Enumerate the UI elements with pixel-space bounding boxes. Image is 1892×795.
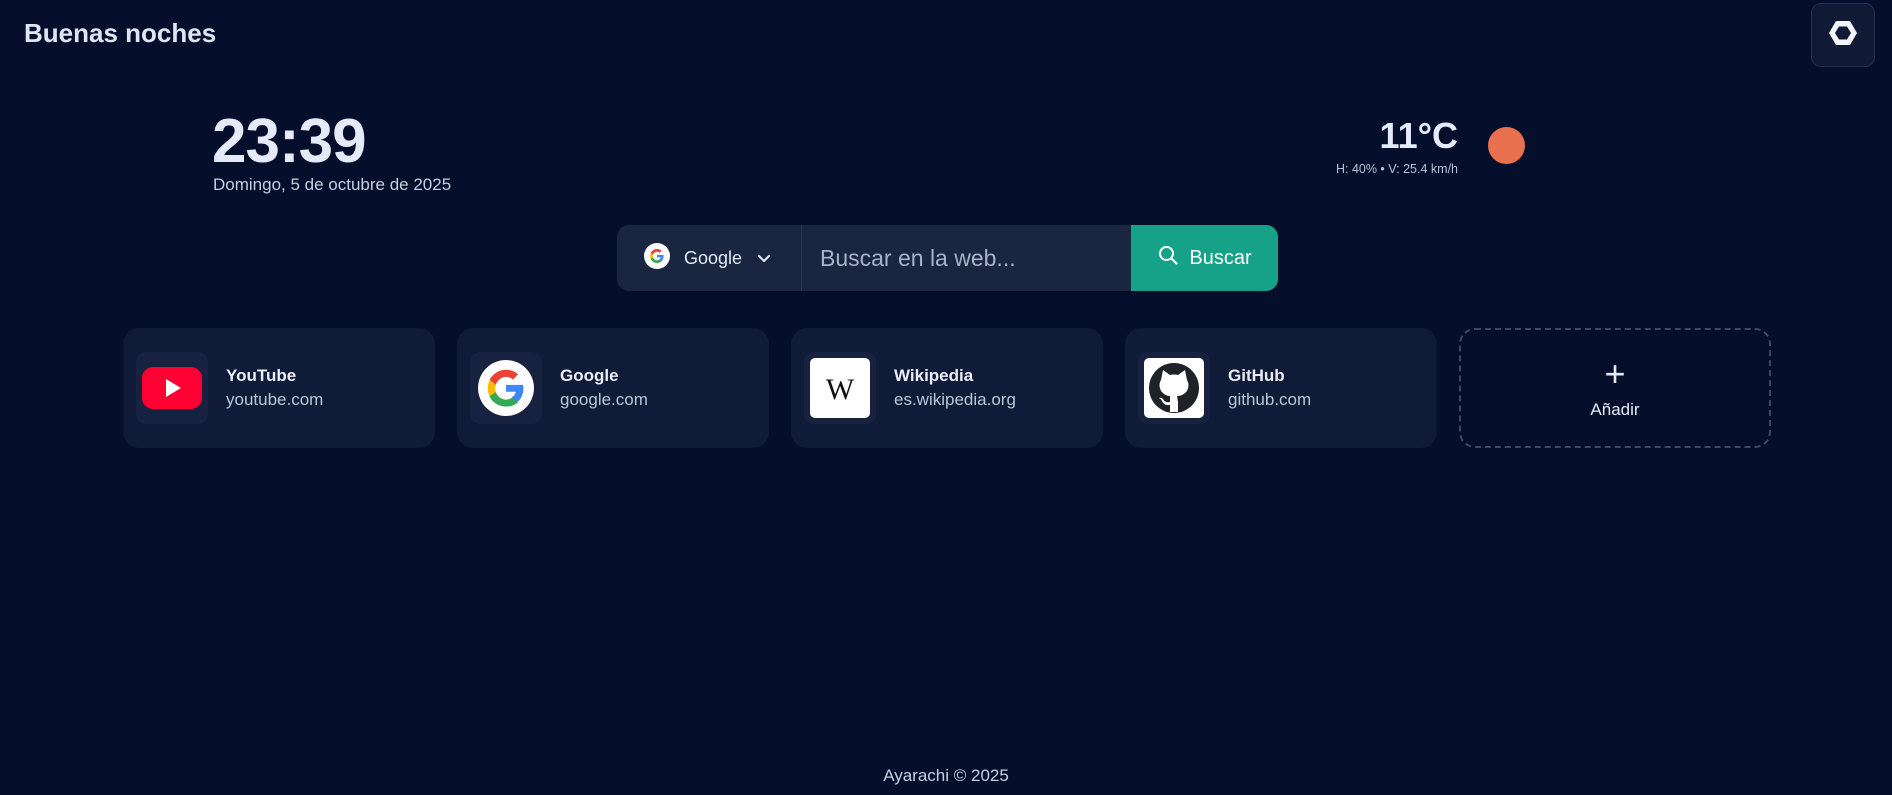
search-button[interactable]: Buscar [1131, 225, 1278, 291]
hexagon-settings-icon [1827, 17, 1859, 54]
search-input[interactable] [802, 225, 1131, 291]
shortcut-name: Wikipedia [894, 366, 974, 385]
google-icon [643, 242, 671, 275]
clock-date: Domingo, 5 de octubre de 2025 [213, 175, 452, 194]
shortcut-wikipedia[interactable]: W Wikipedia es.wikipedia.org [791, 328, 1103, 448]
search-bar: Google Buscar [617, 225, 1278, 291]
weather-details: H: 40% • V: 25.4 km/h [1335, 162, 1458, 176]
shortcuts-grid: YouTube youtube.com Google google.com W … [123, 328, 1771, 448]
github-icon [1138, 352, 1210, 424]
search-engine-selector[interactable]: Google [617, 225, 802, 291]
search-button-label: Buscar [1189, 246, 1252, 269]
shortcut-name: YouTube [226, 366, 297, 385]
search-engine-label: Google [684, 247, 743, 268]
weather-temperature: 11°C [1379, 115, 1458, 156]
shortcut-url: youtube.com [226, 390, 324, 409]
svg-text:W: W [826, 373, 855, 406]
search-icon [1157, 244, 1179, 272]
shortcut-google[interactable]: Google google.com [457, 328, 769, 448]
sun-icon [1488, 127, 1525, 164]
add-shortcut-button[interactable]: + Añadir [1459, 328, 1771, 448]
shortcut-url: google.com [560, 390, 648, 409]
shortcut-url: es.wikipedia.org [894, 390, 1016, 409]
footer: Ayarachi © 2025 [883, 766, 1009, 785]
new-tab-page: Buenas noches 23:39 Domingo, 5 de octubr… [0, 0, 1892, 795]
add-shortcut-label: Añadir [1590, 400, 1640, 419]
settings-button[interactable] [1811, 3, 1875, 67]
clock-time: 23:39 [212, 107, 367, 176]
shortcut-name: GitHub [1228, 366, 1285, 385]
plus-icon: + [1604, 353, 1626, 394]
shortcut-youtube[interactable]: YouTube youtube.com [123, 328, 435, 448]
shortcut-name: Google [560, 366, 619, 385]
chevron-down-icon [756, 250, 772, 266]
shortcut-github[interactable]: GitHub github.com [1125, 328, 1437, 448]
wikipedia-icon: W [804, 352, 876, 424]
youtube-icon [136, 352, 208, 424]
greeting: Buenas noches [24, 18, 217, 48]
google-icon [470, 352, 542, 424]
shortcut-url: github.com [1228, 390, 1312, 409]
